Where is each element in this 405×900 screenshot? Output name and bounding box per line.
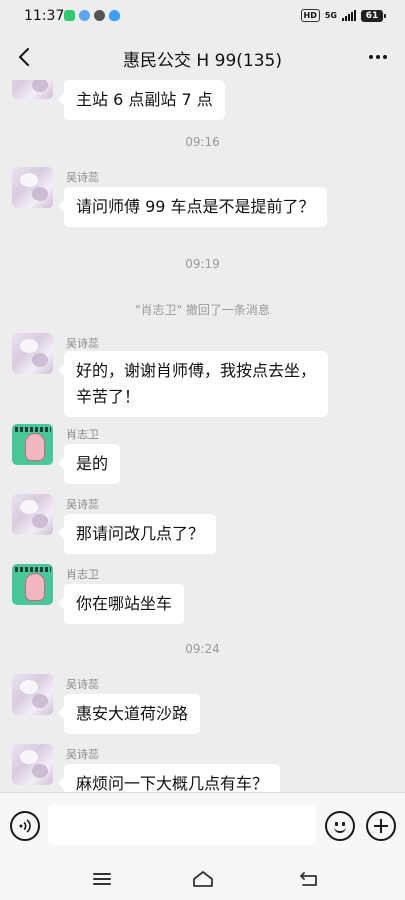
- sender-name: 吴诗蕊: [66, 337, 99, 350]
- menu-button[interactable]: [87, 866, 117, 892]
- compass-notification-icon: [94, 10, 105, 21]
- input-bar: [0, 792, 405, 858]
- avatar[interactable]: [12, 494, 53, 535]
- status-bar: 11:37 HD 5G 61: [0, 0, 405, 34]
- message-bubble[interactable]: 惠安大道荷沙路: [57, 694, 201, 734]
- home-button[interactable]: [188, 866, 218, 892]
- timestamp: 09:24: [185, 642, 220, 656]
- menu-icon: [93, 873, 111, 885]
- signal-icon: [342, 10, 356, 21]
- avatar[interactable]: [12, 564, 53, 605]
- message-list[interactable]: 主站 6 点副站 7 点 09:16 吴诗蕊 请问师傅 99 车点是不是提前了？…: [0, 80, 405, 792]
- timestamp: 09:19: [185, 257, 220, 271]
- battery-icon: 61: [361, 9, 386, 22]
- sender-name: 肖志卫: [66, 568, 99, 581]
- avatar[interactable]: [12, 674, 53, 715]
- qq-notification-icon: [109, 10, 120, 21]
- plus-button[interactable]: [366, 811, 396, 841]
- status-indicators: HD 5G 61: [300, 9, 386, 22]
- message-bubble[interactable]: 请问师傅 99 车点是不是提前了？: [58, 187, 327, 227]
- back-nav-button[interactable]: [294, 866, 324, 892]
- notification-icons: [64, 10, 120, 21]
- message-bubble[interactable]: 麻烦问一下大概几点有车？: [57, 764, 281, 792]
- avatar-character: [25, 573, 45, 601]
- emoji-eye: [335, 822, 338, 826]
- avatar[interactable]: [12, 80, 53, 99]
- message-bubble[interactable]: 你在哪站坐车: [57, 584, 185, 624]
- avatar-text-decoration: [15, 427, 51, 432]
- sender-name: 吴诗蕊: [66, 171, 99, 184]
- emoji-eye: [342, 822, 345, 826]
- message-line: 辛苦了！: [76, 387, 141, 406]
- avatar[interactable]: [12, 744, 53, 785]
- avatar[interactable]: [12, 167, 53, 208]
- voice-button[interactable]: [10, 811, 40, 841]
- sender-name: 吴诗蕊: [66, 748, 99, 761]
- hd-badge: HD: [300, 9, 320, 22]
- recall-notice: "肖志卫" 撤回了一条消息: [135, 303, 270, 317]
- avatar[interactable]: [12, 424, 53, 465]
- emoji-button[interactable]: [325, 811, 355, 841]
- avatar[interactable]: [12, 333, 53, 374]
- more-dot: [383, 55, 387, 59]
- back-arrow-icon: [300, 872, 317, 886]
- voice-icon: [19, 819, 31, 833]
- message-line: 好的，谢谢肖师傅，我按点去坐，: [76, 361, 317, 380]
- sender-name: 吴诗蕊: [66, 498, 99, 511]
- chat-header: 惠民公交 H 99(135): [0, 34, 405, 80]
- more-button[interactable]: [363, 42, 393, 72]
- wechat-notification-icon: [64, 10, 75, 21]
- timestamp: 09:16: [185, 135, 220, 149]
- avatar-text-decoration: [15, 567, 51, 572]
- message-bubble[interactable]: 是的: [57, 444, 121, 484]
- message-bubble[interactable]: 好的，谢谢肖师傅，我按点去坐， 辛苦了！: [57, 351, 329, 417]
- more-dot: [376, 55, 380, 59]
- chat-screen: 11:37 HD 5G 61 惠民公交 H 99(135) 主站 6 点副站 7…: [0, 0, 405, 900]
- chat-title: 惠民公交 H 99(135): [123, 51, 282, 71]
- status-time: 11:37: [24, 8, 65, 24]
- more-dot: [369, 55, 373, 59]
- emoji-mouth: [334, 827, 346, 833]
- avatar-character: [25, 433, 45, 461]
- network-type: 5G: [324, 10, 337, 20]
- sender-name: 肖志卫: [66, 428, 99, 441]
- home-icon: [193, 871, 213, 887]
- message-bubble[interactable]: 主站 6 点副站 7 点: [58, 80, 225, 120]
- sender-name: 吴诗蕊: [66, 678, 99, 691]
- message-bubble[interactable]: 那请问改几点了？: [57, 514, 217, 554]
- app-notification-icon: [79, 10, 90, 21]
- system-navigation: [0, 858, 405, 900]
- message-input[interactable]: [48, 805, 316, 845]
